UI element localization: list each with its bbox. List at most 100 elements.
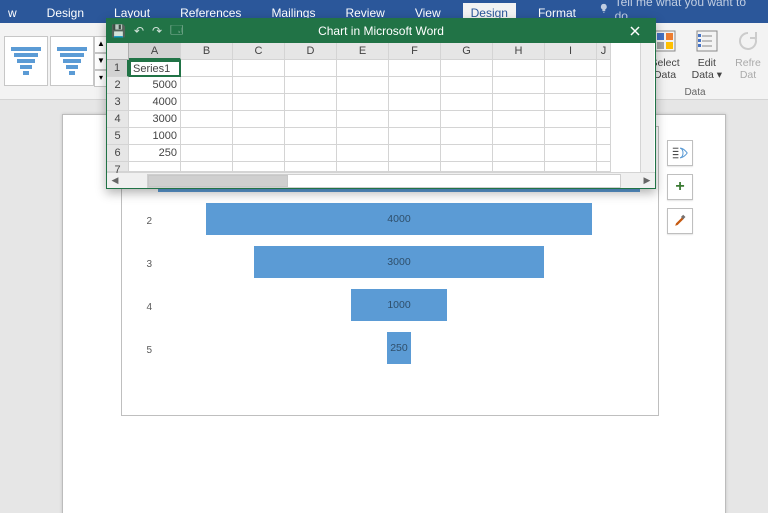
cell[interactable] (389, 145, 441, 162)
row-header[interactable]: 3 (107, 94, 129, 111)
select-all-cell[interactable] (107, 43, 129, 60)
cell[interactable] (129, 162, 181, 172)
chart-elements-button[interactable]: + (667, 174, 693, 200)
cell[interactable] (389, 111, 441, 128)
chart-bar[interactable]: 4000 (206, 203, 592, 235)
cell[interactable] (337, 77, 389, 94)
cell[interactable] (233, 60, 285, 77)
row-header[interactable]: 7 (107, 162, 129, 172)
cell[interactable] (545, 111, 597, 128)
cell[interactable] (285, 77, 337, 94)
cell[interactable] (441, 145, 493, 162)
cell[interactable] (493, 77, 545, 94)
cell[interactable] (181, 128, 233, 145)
column-header[interactable]: C (233, 43, 285, 60)
cell[interactable] (545, 60, 597, 77)
column-header[interactable]: H (493, 43, 545, 60)
column-header[interactable]: A (129, 43, 181, 60)
excel-close-button[interactable] (615, 19, 655, 43)
cell[interactable] (285, 111, 337, 128)
column-header[interactable]: B (181, 43, 233, 60)
cell[interactable]: 1000 (129, 128, 181, 145)
cell[interactable] (597, 60, 611, 77)
cell[interactable] (493, 94, 545, 111)
excel-vertical-scrollbar[interactable] (640, 43, 654, 172)
cell[interactable] (181, 77, 233, 94)
cell[interactable]: Series1 (129, 60, 181, 77)
cell[interactable] (337, 94, 389, 111)
chart-bar[interactable]: 3000 (254, 246, 543, 278)
row-header[interactable]: 5 (107, 128, 129, 145)
cell[interactable] (389, 77, 441, 94)
column-header[interactable]: I (545, 43, 597, 60)
cell[interactable] (441, 162, 493, 172)
cell[interactable]: 3000 (129, 111, 181, 128)
cell[interactable] (597, 162, 611, 172)
chart-style-thumb[interactable] (4, 36, 48, 86)
cell[interactable] (233, 162, 285, 172)
cell[interactable] (285, 94, 337, 111)
cell[interactable] (545, 162, 597, 172)
cell[interactable] (493, 111, 545, 128)
cell[interactable] (441, 94, 493, 111)
excel-grid[interactable]: ABCDEFGHIJ1Series12500034000430005100062… (107, 43, 655, 172)
chart-bar[interactable]: 250 (387, 332, 411, 364)
excel-titlebar[interactable]: 💾 ↶ ↷ 🗔 Chart in Microsoft Word (107, 19, 655, 43)
cell[interactable] (181, 60, 233, 77)
cell[interactable] (181, 145, 233, 162)
chart-style-thumb[interactable] (50, 36, 94, 86)
cell[interactable] (597, 111, 611, 128)
cell[interactable] (285, 145, 337, 162)
chart-bar[interactable]: 1000 (351, 289, 447, 321)
column-header[interactable]: E (337, 43, 389, 60)
cell[interactable] (441, 60, 493, 77)
row-header[interactable]: 1 (107, 60, 129, 77)
cell[interactable]: 250 (129, 145, 181, 162)
save-icon[interactable]: 💾 (111, 24, 126, 38)
cell[interactable] (493, 60, 545, 77)
cell[interactable] (493, 128, 545, 145)
scrollbar-thumb[interactable] (148, 175, 288, 187)
scroll-right-icon[interactable]: ▶ (639, 174, 655, 188)
cell[interactable] (233, 111, 285, 128)
cell[interactable] (493, 162, 545, 172)
chart-plot-area[interactable]: 150002400033000410005250 (158, 157, 640, 409)
cell[interactable] (285, 128, 337, 145)
cell[interactable] (233, 94, 285, 111)
cell[interactable] (181, 162, 233, 172)
cell[interactable] (389, 60, 441, 77)
cell[interactable] (597, 94, 611, 111)
cell[interactable] (337, 60, 389, 77)
excel-horizontal-scrollbar[interactable]: ◀ ▶ (107, 172, 655, 188)
cell[interactable] (233, 77, 285, 94)
column-header[interactable]: J (597, 43, 611, 60)
cell[interactable] (441, 128, 493, 145)
cell[interactable] (181, 94, 233, 111)
cell[interactable]: 5000 (129, 77, 181, 94)
cell[interactable] (389, 94, 441, 111)
cell[interactable] (545, 94, 597, 111)
cell[interactable] (389, 162, 441, 172)
cell[interactable] (597, 145, 611, 162)
cell[interactable] (597, 128, 611, 145)
cell[interactable] (181, 111, 233, 128)
cell[interactable] (389, 128, 441, 145)
tab-partial[interactable]: w (0, 3, 25, 23)
column-header[interactable]: D (285, 43, 337, 60)
cell[interactable] (337, 111, 389, 128)
cell[interactable] (545, 145, 597, 162)
undo-icon[interactable]: ↶ (134, 24, 144, 38)
cell[interactable] (493, 145, 545, 162)
cell[interactable] (441, 77, 493, 94)
cell[interactable] (441, 111, 493, 128)
cell[interactable] (597, 77, 611, 94)
cell[interactable] (337, 128, 389, 145)
cell[interactable] (545, 128, 597, 145)
customize-icon[interactable]: 🗔 (170, 21, 183, 42)
cell[interactable] (545, 77, 597, 94)
redo-icon[interactable]: ↷ (152, 24, 162, 38)
cell[interactable] (233, 128, 285, 145)
cell[interactable] (233, 145, 285, 162)
cell[interactable] (285, 60, 337, 77)
tab-design[interactable]: Design (39, 3, 92, 23)
